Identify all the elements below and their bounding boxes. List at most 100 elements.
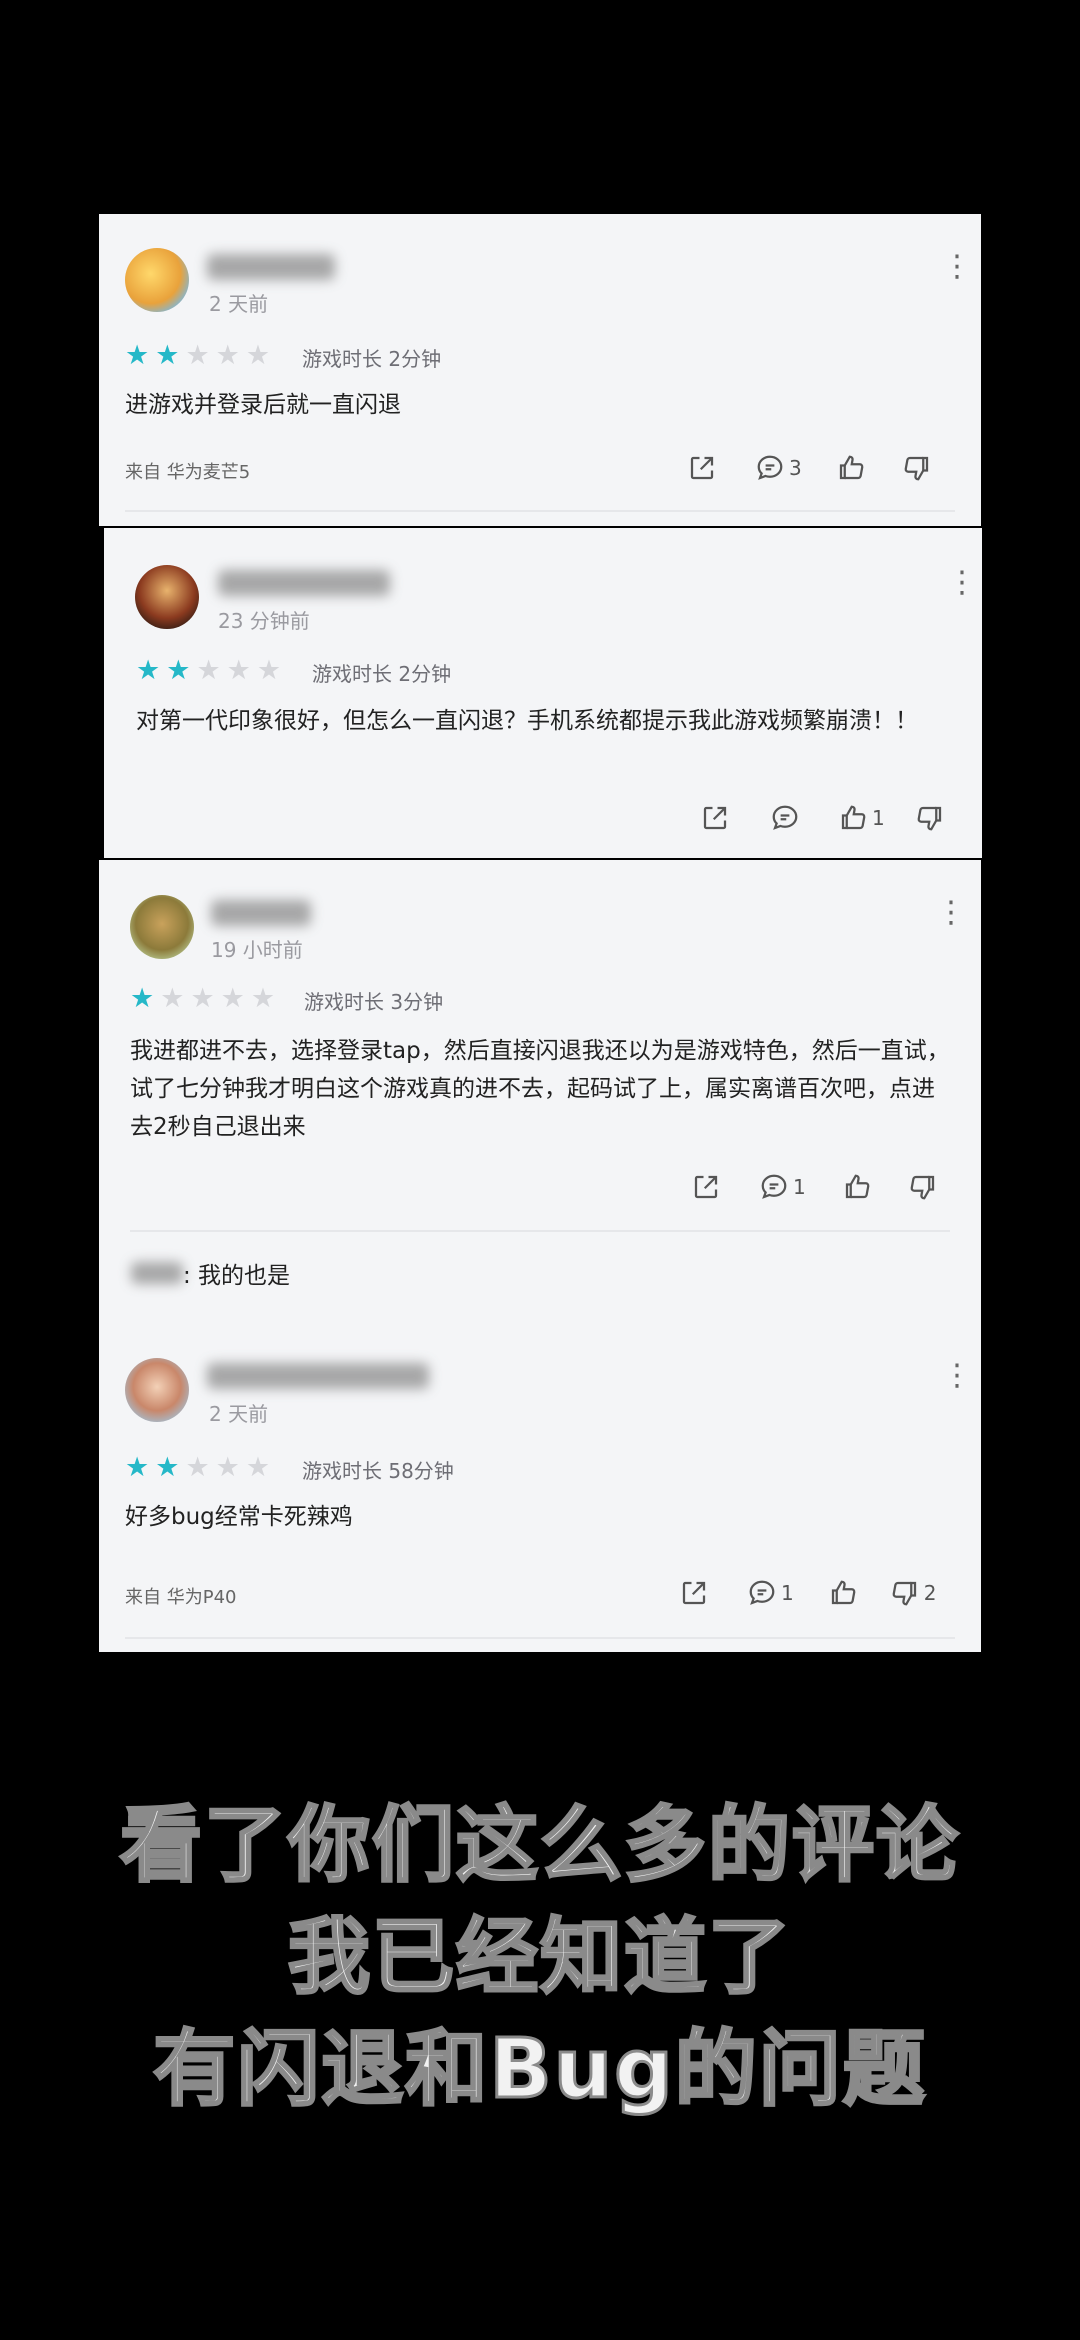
playtime: 游戏时长 3分钟 [304, 990, 444, 1014]
reply-username-blurred[interactable] [131, 1262, 183, 1284]
review-text: 对第一代印象很好，但怎么一直闪退？手机系统都提示我此游戏频繁崩溃！！ [136, 708, 918, 734]
star-icon: ★ [215, 1452, 240, 1483]
thumbs-down-icon [904, 456, 928, 481]
comment-count: 3 [789, 456, 802, 480]
star-icon: ★ [226, 655, 251, 686]
star-icon: ★ [130, 983, 155, 1014]
star-rating: ★ ★ ★ ★ ★ [130, 985, 275, 1012]
reply-text: : 我的也是 [183, 1263, 291, 1289]
dislike-button[interactable]: 2 [890, 1578, 936, 1608]
review-actions: 3 [687, 453, 932, 483]
share-button[interactable] [687, 453, 717, 483]
comment-count: 1 [781, 1581, 794, 1605]
avatar[interactable] [135, 565, 199, 629]
review-card: 19 小时前 ⋮ ★ ★ ★ ★ ★ 游戏时长 3分钟 我进都进不去，选择登录t… [99, 860, 981, 1323]
review-text: 好多bug经常卡死辣鸡 [125, 1504, 353, 1530]
star-icon: ★ [155, 340, 180, 371]
share-icon [694, 1175, 718, 1199]
more-icon[interactable]: ⋮ [947, 568, 977, 598]
review-card: 2 天前 ⋮ ★ ★ ★ ★ ★ 游戏时长 58分钟 好多bug经常卡死辣鸡 来… [99, 1323, 981, 1652]
username-blurred[interactable] [207, 254, 335, 280]
share-button[interactable] [679, 1578, 709, 1608]
divider [125, 1637, 955, 1639]
thumbs-down-icon [910, 1175, 934, 1200]
comment-button[interactable] [770, 803, 800, 833]
review-card: 2 天前 ⋮ ★ ★ ★ ★ ★ 游戏时长 2分钟 进游戏并登录后就一直闪退 来… [99, 214, 981, 526]
playtime: 游戏时长 2分钟 [312, 662, 452, 686]
like-button[interactable] [828, 1578, 858, 1608]
star-icon: ★ [250, 983, 276, 1014]
playtime: 游戏时长 58分钟 [302, 1459, 454, 1483]
review-text: 进游戏并登录后就一直闪退 [125, 392, 401, 418]
review-card: 23 分钟前 ⋮ ★ ★ ★ ★ ★ 游戏时长 2分钟 对第一代印象很好，但怎么… [104, 528, 982, 858]
divider [125, 510, 955, 512]
star-icon: ★ [136, 655, 161, 686]
device-label: 来自 华为P40 [125, 1587, 237, 1608]
more-icon[interactable]: ⋮ [942, 252, 972, 282]
comment-button[interactable]: 1 [759, 1172, 806, 1202]
review-time: 2 天前 [209, 1402, 269, 1426]
star-rating: ★ ★ ★ ★ ★ [125, 342, 270, 369]
star-icon: ★ [220, 983, 245, 1014]
star-icon: ★ [155, 1452, 180, 1483]
star-icon: ★ [245, 1452, 271, 1483]
dislike-button[interactable] [902, 453, 932, 483]
playtime: 游戏时长 2分钟 [302, 347, 442, 371]
comment-icon [772, 805, 798, 830]
star-icon: ★ [196, 655, 221, 686]
username-blurred[interactable] [218, 570, 390, 596]
like-button[interactable] [842, 1172, 872, 1202]
caption-line-3: 有闪退和Bug的问题 [152, 2021, 927, 2119]
username-blurred[interactable] [211, 900, 311, 926]
star-icon: ★ [166, 655, 191, 686]
like-button[interactable]: 1 [838, 803, 885, 833]
avatar[interactable] [125, 248, 189, 312]
comment-button[interactable]: 1 [747, 1578, 794, 1608]
star-icon: ★ [185, 1452, 210, 1483]
review-actions: 1 [691, 1172, 938, 1202]
review-actions: 1 2 [679, 1578, 936, 1608]
review-time: 2 天前 [209, 292, 269, 316]
review-time: 19 小时前 [211, 938, 303, 962]
like-button[interactable] [836, 453, 866, 483]
caption-line-2: 我已经知道了 [286, 1909, 792, 2007]
star-icon: ★ [125, 340, 150, 371]
share-icon [703, 806, 727, 830]
avatar[interactable] [130, 895, 194, 959]
dislike-button[interactable] [915, 803, 945, 833]
comment-count: 1 [793, 1175, 806, 1199]
star-icon: ★ [215, 340, 240, 371]
star-icon: ★ [185, 340, 210, 371]
star-icon: ★ [125, 1452, 150, 1483]
comment-button[interactable]: 3 [755, 453, 802, 483]
review-time: 23 分钟前 [218, 609, 310, 633]
star-icon: ★ [190, 983, 215, 1014]
comment-icon [749, 1580, 775, 1605]
more-icon[interactable]: ⋮ [942, 1361, 972, 1391]
star-icon: ★ [245, 340, 271, 371]
thumbs-down-icon [917, 806, 941, 831]
avatar[interactable] [125, 1358, 189, 1422]
dislike-button[interactable] [908, 1172, 938, 1202]
caption-line-1: 看了你们这么多的评论 [118, 1797, 960, 1895]
share-button[interactable] [700, 803, 730, 833]
comment-icon [761, 1174, 787, 1199]
divider [130, 1230, 950, 1232]
username-blurred[interactable] [207, 1363, 429, 1389]
more-icon[interactable]: ⋮ [936, 898, 966, 928]
share-button[interactable] [691, 1172, 721, 1202]
thumbs-up-icon [845, 1174, 870, 1199]
star-rating: ★ ★ ★ ★ ★ [125, 1454, 270, 1481]
review-actions: 1 [700, 803, 945, 833]
thumbs-up-icon [839, 455, 864, 480]
comment-icon [757, 455, 783, 480]
share-icon [690, 456, 714, 480]
thumbs-down-icon [892, 1581, 916, 1606]
thumbs-up-icon [841, 805, 866, 830]
like-count: 1 [872, 806, 885, 830]
thumbs-up-icon [831, 1580, 856, 1605]
share-icon [682, 1581, 706, 1605]
star-icon: ★ [256, 655, 282, 686]
star-rating: ★ ★ ★ ★ ★ [136, 657, 281, 684]
review-text: 我进都进不去，选择登录tap，然后直接闪退我还以为是游戏特色，然后一直试，试了七… [130, 1038, 950, 1140]
